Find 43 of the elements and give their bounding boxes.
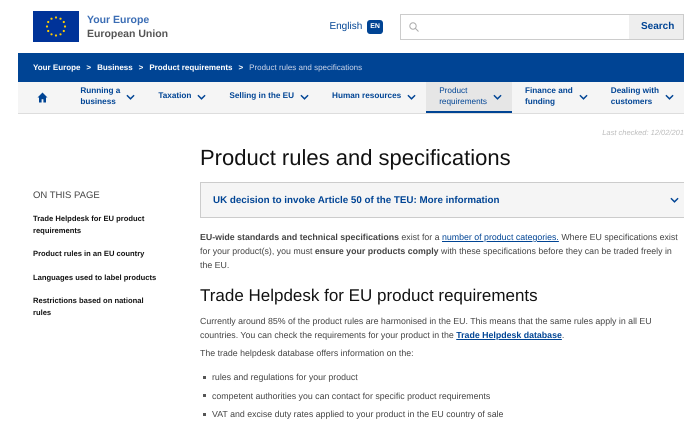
- nav-tab[interactable]: Finance and funding: [512, 82, 598, 113]
- breadcrumb-link[interactable]: Business: [97, 63, 133, 72]
- bullet-icon: [203, 412, 206, 416]
- intro-paragraph: EU-wide standards and technical specifications exist for a number of product categories. Where EU specifications exist for your product(s), you must ensure your products comply with these specifications before they can be traded freely in the EU.: [200, 231, 679, 272]
- nav-tab[interactable]: Running a business: [67, 82, 146, 113]
- sidebar-heading: ON THIS PAGE: [33, 190, 101, 201]
- chevron-down-icon: [578, 94, 588, 100]
- section-heading: Trade Helpdesk for EU product requirements: [200, 286, 539, 306]
- text-link[interactable]: Trade Helpdesk database: [456, 330, 562, 340]
- nav-tab[interactable]: Taxation: [145, 82, 216, 113]
- chevron-down-icon: [665, 94, 674, 100]
- notice-accordion[interactable]: UK decision to invoke Article 50 of the TEU: More information: [200, 182, 684, 218]
- breadcrumb-separator: >: [138, 63, 144, 72]
- list-item: VAT and excise duty rates applied to your product in the EU country of sale: [212, 409, 504, 420]
- bullet-icon: [203, 394, 206, 398]
- chevron-down-icon: [300, 94, 310, 100]
- text-link[interactable]: number of product categories.: [442, 232, 559, 242]
- site-subtitle: European Union: [87, 26, 168, 40]
- nav-tab[interactable]: Product requirements: [426, 82, 512, 113]
- nav-tab[interactable]: Dealing with customers: [598, 82, 684, 113]
- site-name[interactable]: Your Europe: [87, 12, 168, 26]
- chevron-down-icon: [197, 94, 206, 100]
- home-icon[interactable]: [37, 92, 48, 103]
- bullet-icon: [203, 376, 206, 379]
- nav-tab[interactable]: Selling in the EU: [216, 82, 320, 113]
- breadcrumb-link[interactable]: Product requirements: [149, 63, 232, 72]
- chevron-down-icon: [670, 197, 679, 203]
- breadcrumb-separator: >: [238, 63, 244, 72]
- chevron-down-icon: [126, 94, 136, 100]
- list-item: rules and regulations for your product: [212, 372, 358, 382]
- chevron-down-icon: [407, 94, 416, 100]
- nav-tab[interactable]: Human resources: [319, 82, 426, 113]
- list-intro: The trade helpdesk database offers information on the:: [200, 347, 415, 360]
- search-field[interactable]: Search: [400, 14, 684, 40]
- language-selector[interactable]: English: [329, 21, 362, 32]
- search-icon: [409, 22, 419, 32]
- breadcrumb-link[interactable]: Your Europe: [33, 63, 80, 72]
- search-button[interactable]: Search: [629, 14, 683, 38]
- list-item: competent authorities you can contact for specific product requirements: [212, 390, 490, 401]
- page-title: Product rules and specifications: [200, 145, 512, 171]
- breadcrumb-separator: >: [86, 63, 92, 72]
- chevron-down-icon: [493, 94, 502, 100]
- section-paragraph: Currently around 85% of the product rules are harmonised in the EU. This means that the same rules apply in all EU countries. You can check the requirements for your product in the Trade Helpdesk database.: [200, 315, 653, 342]
